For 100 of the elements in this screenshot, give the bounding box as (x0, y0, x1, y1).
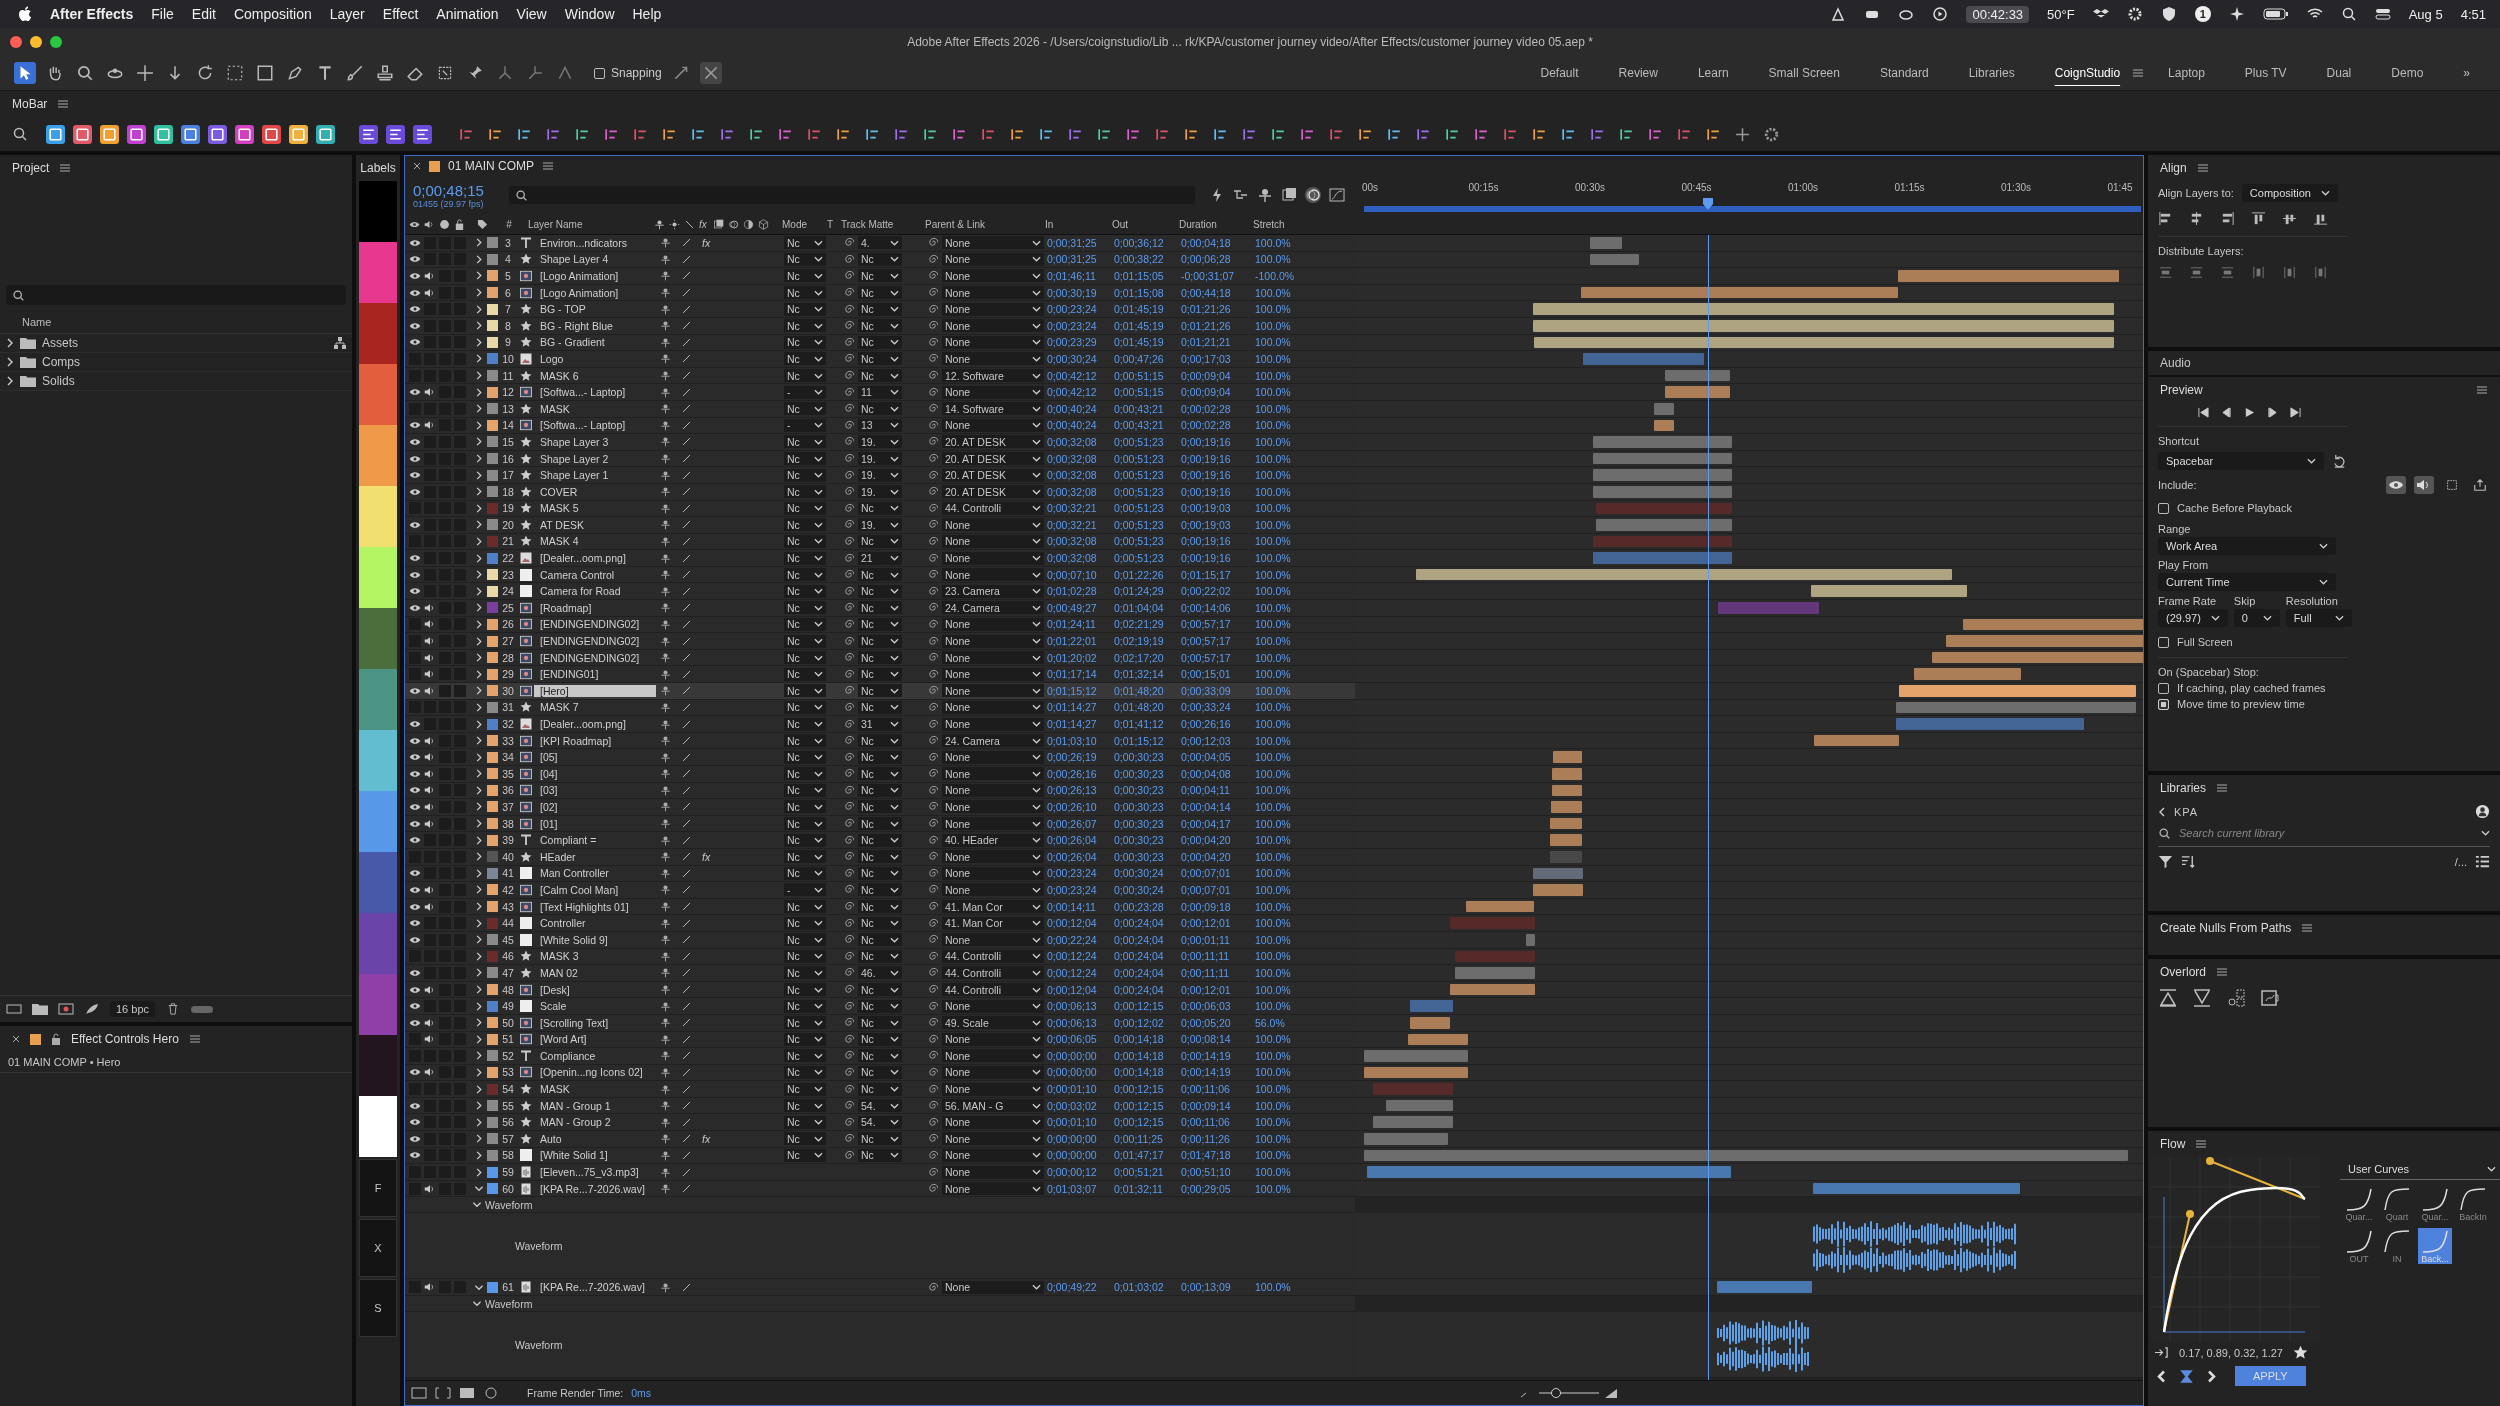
in-time[interactable]: 0;00;01;10 (1047, 1083, 1114, 1096)
out-time[interactable]: 0;00;51;23 (1114, 535, 1181, 548)
mode-dropdown[interactable]: Nc (784, 949, 826, 963)
in-time[interactable]: 0;00;49;27 (1047, 601, 1114, 614)
duration-time[interactable]: 0;01;47;18 (1181, 1149, 1255, 1162)
in-time[interactable]: 0;01;22;01 (1047, 635, 1114, 648)
mode-dropdown[interactable]: Nc (784, 1032, 826, 1046)
in-time[interactable]: 0;00;32;08 (1047, 435, 1114, 448)
out-time[interactable]: 0;00;51;23 (1114, 518, 1181, 531)
out-time[interactable]: 0;00;12;15 (1114, 1116, 1181, 1129)
in-time[interactable]: 0;00;30;19 (1047, 286, 1114, 299)
more-button[interactable]: /... (2454, 855, 2467, 868)
column-header[interactable]: Mode (782, 218, 827, 230)
workspace-tab[interactable]: Default (1524, 66, 1595, 80)
resolution-dropdown[interactable]: Full (2285, 609, 2352, 627)
in-time[interactable]: 0;00;32;21 (1047, 502, 1114, 515)
duration-time[interactable]: 0;00;04;11 (1181, 784, 1255, 797)
matte-dropdown[interactable]: 19. (858, 452, 902, 465)
stretch-value[interactable]: 100.0% (1255, 253, 1309, 266)
duration-time[interactable]: 0;00;19;03 (1181, 502, 1255, 515)
label-button[interactable]: F (359, 1159, 397, 1217)
stretch-value[interactable]: 100.0% (1255, 518, 1309, 531)
mode-dropdown[interactable]: Nc (784, 335, 826, 349)
align-to-dropdown[interactable]: Composition (2241, 184, 2338, 202)
column-header[interactable]: Layer Name (520, 218, 654, 230)
in-time[interactable]: 0;00;12;24 (1047, 950, 1114, 963)
layer-name[interactable]: Environ...ndicators (534, 236, 656, 249)
mode-dropdown[interactable]: Nc (784, 767, 826, 781)
parent-dropdown[interactable]: 14. Software (942, 402, 1044, 416)
layer-name[interactable]: [02] (534, 801, 656, 813)
matte-dropdown[interactable]: Nc (858, 866, 902, 880)
mode-dropdown[interactable]: Nc (784, 584, 826, 598)
matte-dropdown[interactable]: Nc (858, 402, 902, 416)
layer-name[interactable]: [Hero] (534, 684, 656, 697)
parent-dropdown[interactable]: 44. Controlli (942, 983, 1044, 996)
panel-tab[interactable]: Audio (2160, 356, 2191, 370)
stretch-value[interactable]: 100.0% (1255, 900, 1309, 913)
stretch-value[interactable]: 100.0% (1255, 684, 1309, 697)
out-time[interactable]: 0;00;36;12 (1114, 236, 1181, 249)
parent-dropdown[interactable]: None (942, 717, 1044, 731)
layer-name[interactable]: [Logo Animation] (534, 270, 656, 282)
parent-dropdown[interactable]: None (942, 319, 1044, 333)
in-time[interactable]: 0;00;14;11 (1047, 900, 1114, 913)
duration-time[interactable]: 0;00;57;17 (1181, 618, 1255, 631)
parent-dropdown[interactable]: None (942, 1132, 1044, 1146)
layer-name[interactable]: Controller (534, 917, 656, 930)
mode-dropdown[interactable]: Nc (784, 684, 826, 698)
duration-time[interactable]: 0;01;21;26 (1181, 319, 1255, 332)
matte-dropdown[interactable]: 54. (858, 1099, 902, 1113)
layer-name[interactable]: MASK (534, 402, 656, 415)
stretch-value[interactable]: 100.0% (1255, 883, 1309, 896)
curve-preset[interactable]: Quar... (2342, 1186, 2376, 1222)
matte-dropdown[interactable]: Nc (858, 1016, 902, 1030)
layer-name[interactable]: [Roadmap] (534, 601, 656, 614)
column-header[interactable]: T (827, 218, 841, 230)
stretch-value[interactable]: 100.0% (1255, 701, 1309, 714)
stretch-value[interactable]: 100.0% (1255, 1116, 1309, 1129)
column-header[interactable]: Parent & Link (925, 218, 1045, 230)
mode-dropdown[interactable]: Nc (784, 617, 826, 631)
mode-dropdown[interactable]: Nc (784, 551, 826, 565)
curve-values[interactable]: 0.17, 0.89, 0.32, 1.27 (2179, 1346, 2283, 1359)
out-time[interactable]: 0;00;47;26 (1114, 352, 1181, 365)
out-time[interactable]: 0;00;30;23 (1114, 817, 1181, 830)
stretch-value[interactable]: 100.0% (1255, 618, 1309, 631)
stretch-value[interactable]: 100.0% (1255, 352, 1309, 365)
in-time[interactable]: 0;00;26;07 (1047, 817, 1114, 830)
mode-dropdown[interactable]: Nc (784, 983, 826, 996)
duration-time[interactable]: 0;00;19;16 (1181, 552, 1255, 565)
column-header[interactable]: In (1045, 218, 1112, 230)
parent-dropdown[interactable]: None (942, 1115, 1044, 1129)
layer-name[interactable]: [KPA Re...7-2026.wav] (534, 1182, 656, 1195)
effects-switch[interactable]: fx (702, 1132, 711, 1145)
mode-dropdown[interactable]: Nc (784, 1099, 826, 1113)
matte-dropdown[interactable]: Nc (858, 319, 902, 333)
parent-dropdown[interactable]: None (942, 783, 1044, 797)
weather-reading[interactable]: 50°F (2047, 6, 2075, 22)
matte-dropdown[interactable]: Nc (858, 999, 902, 1013)
out-time[interactable]: 0;01;41;12 (1114, 718, 1181, 730)
mode-dropdown[interactable]: Nc (784, 634, 826, 648)
stretch-value[interactable]: 100.0% (1255, 834, 1309, 847)
menu-item[interactable]: Effect (382, 6, 419, 22)
out-time[interactable]: 0;00;51;23 (1114, 502, 1181, 515)
duration-time[interactable]: 0;00;12;01 (1181, 917, 1255, 930)
stretch-value[interactable]: 100.0% (1255, 236, 1309, 249)
stretch-value[interactable]: 100.0% (1255, 784, 1309, 797)
out-time[interactable]: 0;00;30;23 (1114, 801, 1181, 813)
library-search-field[interactable]: Search current library (2177, 826, 2475, 840)
parent-dropdown[interactable]: 41. Man Cor (942, 900, 1044, 914)
parent-dropdown[interactable]: None (942, 617, 1044, 631)
mode-dropdown[interactable]: Nc (784, 236, 826, 250)
out-time[interactable]: 0;00;30;23 (1114, 784, 1181, 797)
workspace-tab[interactable]: Laptop (2152, 66, 2221, 80)
out-time[interactable]: 0;00;24;04 (1114, 966, 1181, 979)
duration-time[interactable]: 0;00;33;09 (1181, 684, 1255, 697)
out-time[interactable]: 0;02;19;19 (1114, 635, 1181, 648)
layer-name[interactable]: [ENDINGENDING02] (534, 618, 656, 631)
mode-dropdown[interactable]: Nc (784, 435, 826, 449)
mode-dropdown[interactable]: Nc (784, 302, 826, 316)
matte-dropdown[interactable]: Nc (858, 1082, 902, 1096)
out-time[interactable]: 0;00;24;04 (1114, 933, 1181, 946)
